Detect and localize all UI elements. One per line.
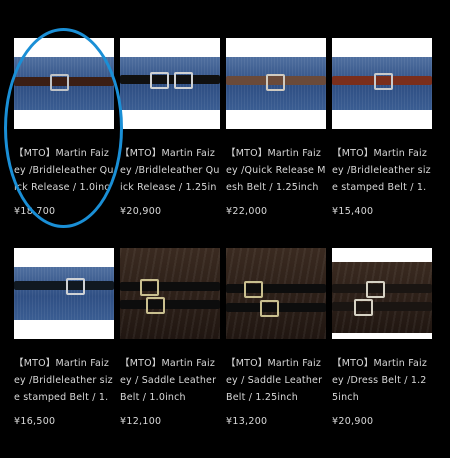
product-price: ¥18,700 [14,206,56,217]
product-price: ¥20,900 [332,416,374,427]
product-image[interactable] [14,248,114,339]
product-card[interactable]: 【MTO】Martin Faizey /Quick Release Mesh B… [226,38,326,248]
product-image[interactable] [332,38,432,129]
product-image[interactable] [14,38,114,129]
product-title[interactable]: 【MTO】Martin Faizey /Dress Belt / 1.25inc… [332,355,432,406]
product-price: ¥16,500 [14,416,56,427]
product-card[interactable]: 【MTO】Martin Faizey /Bridleleather size s… [14,248,114,458]
product-title[interactable]: 【MTO】Martin Faizey /Bridleleather size s… [332,145,432,196]
product-card[interactable]: 【MTO】Martin Faizey / Saddle Leather Belt… [226,248,326,458]
product-card[interactable]: 【MTO】Martin Faizey /Bridleleather Quick … [120,38,220,248]
product-image[interactable] [120,248,220,339]
product-card[interactable]: 【MTO】Martin Faizey /Bridleleather Quick … [14,38,114,248]
product-price: ¥22,000 [226,206,268,217]
product-title[interactable]: 【MTO】Martin Faizey /Bridleleather size s… [14,355,114,406]
product-title[interactable]: 【MTO】Martin Faizey /Bridleleather Quick … [14,145,114,196]
product-card[interactable]: 【MTO】Martin Faizey / Saddle Leather Belt… [120,248,220,458]
product-title[interactable]: 【MTO】Martin Faizey /Quick Release Mesh B… [226,145,326,196]
product-title[interactable]: 【MTO】Martin Faizey / Saddle Leather Belt… [226,355,326,406]
product-card[interactable]: 【MTO】Martin Faizey /Bridleleather size s… [332,38,432,248]
product-card[interactable]: 【MTO】Martin Faizey /Dress Belt / 1.25inc… [332,248,432,458]
product-price: ¥20,900 [120,206,162,217]
product-grid: 【MTO】Martin Faizey /Bridleleather Quick … [14,38,434,458]
product-title[interactable]: 【MTO】Martin Faizey /Bridleleather Quick … [120,145,220,196]
product-price: ¥13,200 [226,416,268,427]
product-title[interactable]: 【MTO】Martin Faizey / Saddle Leather Belt… [120,355,220,406]
product-image[interactable] [332,248,432,339]
product-image[interactable] [226,248,326,339]
product-price: ¥15,400 [332,206,374,217]
product-image[interactable] [226,38,326,129]
product-price: ¥12,100 [120,416,162,427]
product-image[interactable] [120,38,220,129]
